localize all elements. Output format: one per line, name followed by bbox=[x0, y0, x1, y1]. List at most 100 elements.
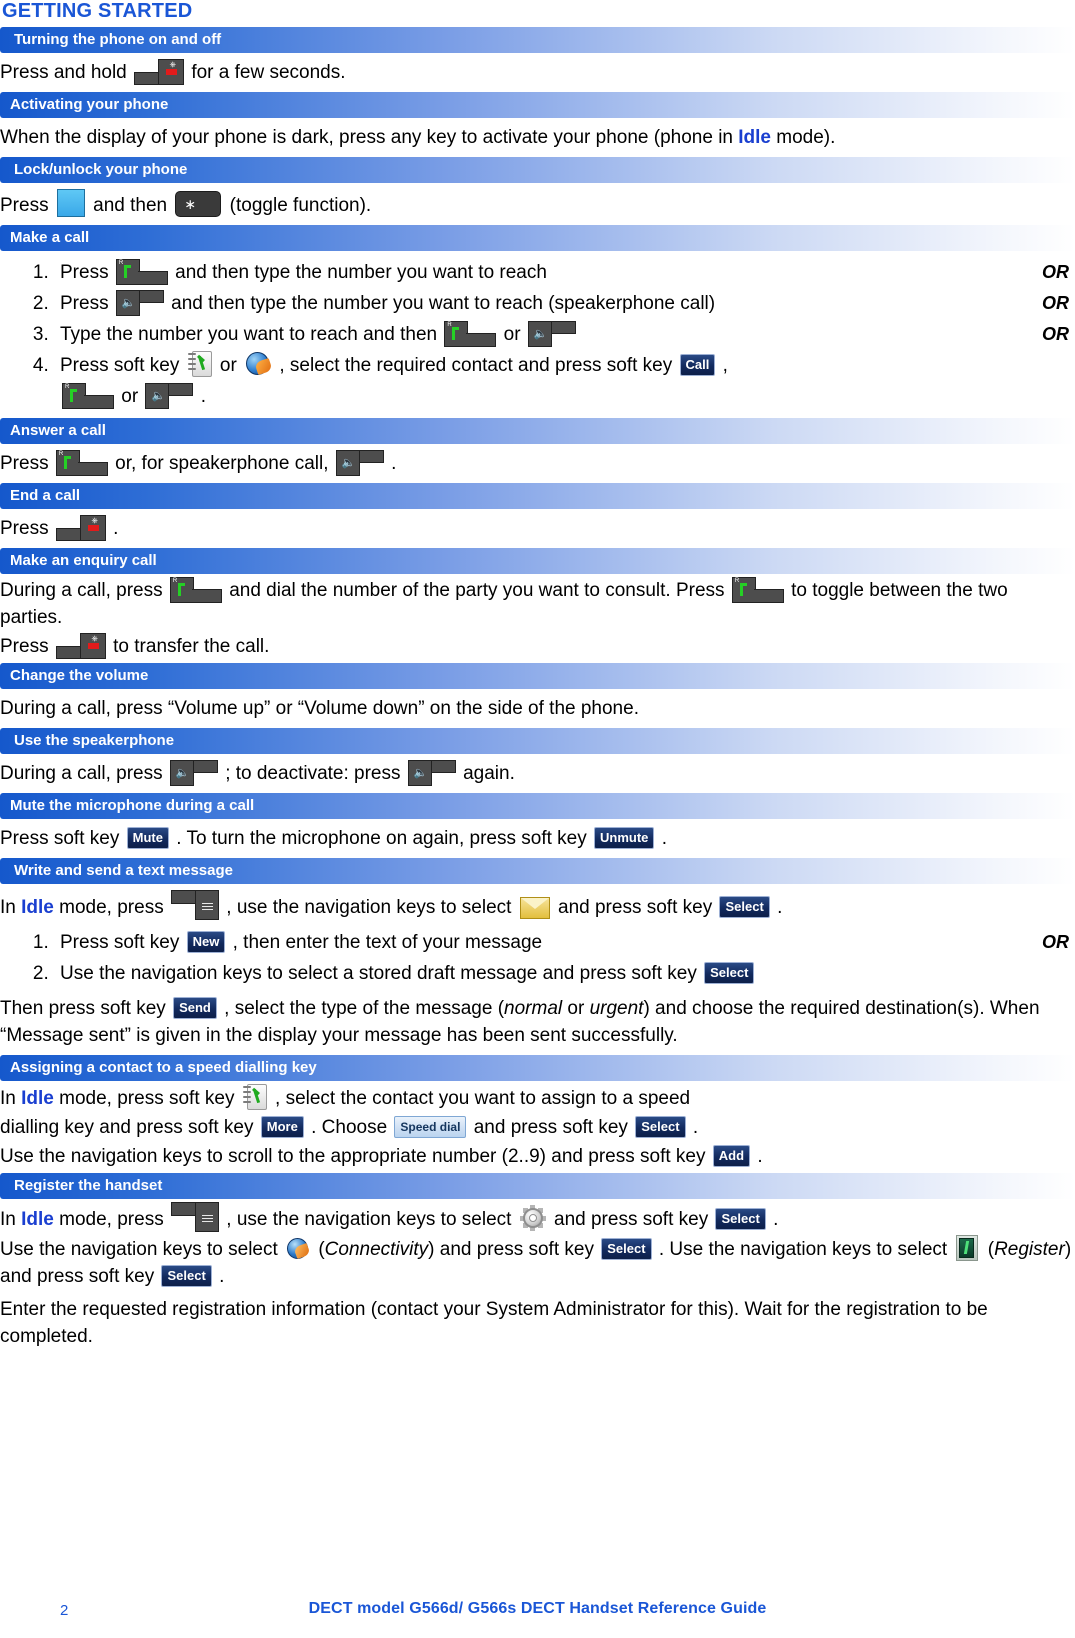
text-fragment: , use the navigation keys to select bbox=[226, 897, 512, 918]
on-hook-end-call-key-icon: ⎈ bbox=[55, 633, 106, 659]
off-hook-call-key-icon: R bbox=[62, 383, 114, 409]
softkey-select[interactable]: Select bbox=[704, 962, 755, 984]
softkey-select[interactable]: Select bbox=[161, 1265, 212, 1287]
text-fragment: and press soft key bbox=[558, 897, 713, 918]
or-label: OR bbox=[1042, 932, 1069, 952]
text-fragment: . bbox=[777, 897, 783, 918]
list-item: OR Press R and then type the number you … bbox=[54, 257, 1075, 288]
contacts-phonebook-icon bbox=[242, 1084, 267, 1110]
speakerphone-key-icon: 🔈 bbox=[115, 290, 164, 316]
paragraph-speed-dial-line3: Use the navigation keys to scroll to the… bbox=[0, 1143, 1075, 1170]
text-fragment: ; to deactivate: press bbox=[225, 763, 401, 784]
text-fragment: In bbox=[0, 1209, 16, 1230]
softkey-send[interactable]: Send bbox=[173, 997, 217, 1019]
text-fragment: Press soft key bbox=[0, 828, 120, 849]
section-header-change-volume: Change the volume bbox=[0, 663, 1075, 689]
text-fragment: or bbox=[503, 324, 521, 345]
connectivity-globe-icon bbox=[286, 1237, 311, 1261]
text-fragment: . Choose bbox=[311, 1117, 388, 1138]
text-fragment: mode, press soft key bbox=[59, 1088, 235, 1109]
speakerphone-key-icon: 🔈 bbox=[169, 760, 218, 786]
list-item: OR Press soft key New , then enter the t… bbox=[54, 927, 1075, 958]
or-label: OR bbox=[1042, 293, 1069, 313]
text-fragment: or bbox=[121, 386, 139, 407]
list-item: Press soft key or , select the required … bbox=[54, 350, 1075, 412]
softkey-select[interactable]: Select bbox=[715, 1208, 766, 1230]
text-fragment: navigation keys to select bbox=[740, 1239, 948, 1260]
text-fragment: Press bbox=[0, 636, 49, 657]
settings-gear-icon bbox=[519, 1205, 546, 1231]
text-fragment: During a call, press bbox=[0, 763, 163, 784]
softkey-select[interactable]: Select bbox=[601, 1238, 652, 1260]
list-item: OR Press 🔈 and then type the number you … bbox=[54, 288, 1075, 319]
blue-function-key-icon bbox=[56, 189, 85, 217]
text-fragment: Press bbox=[60, 293, 109, 314]
paragraph-activating: When the display of your phone is dark, … bbox=[0, 124, 1075, 151]
off-hook-call-key-icon: R bbox=[55, 450, 108, 476]
off-hook-call-key-icon: R bbox=[731, 577, 784, 603]
text-fragment: , use the navigation keys to select bbox=[226, 1209, 512, 1230]
paragraph-register-line2: Use the navigation keys to select (Conne… bbox=[0, 1235, 1075, 1290]
speakerphone-key-icon: 🔈 bbox=[407, 760, 456, 786]
paragraph-enquiry-transfer: Press ⎈ to transfer the call. bbox=[0, 633, 1075, 660]
paragraph-write-text-outro: Then press soft key Send , select the ty… bbox=[0, 995, 1075, 1049]
section-header-answer-a-call: Answer a call bbox=[0, 418, 1075, 444]
text-fragment: , bbox=[722, 355, 728, 376]
softkey-select[interactable]: Select bbox=[719, 896, 770, 918]
text-fragment: and press soft key bbox=[554, 1209, 709, 1230]
softkey-more[interactable]: More bbox=[260, 1116, 304, 1138]
text-fragment: Press bbox=[0, 195, 49, 216]
section-header-enquiry-call: Make an enquiry call bbox=[0, 548, 1075, 574]
text-fragment: for a few seconds. bbox=[191, 62, 346, 83]
text-fragment: mode). bbox=[776, 127, 836, 148]
softkey-call[interactable]: Call bbox=[679, 354, 716, 376]
paragraph-lock-unlock: Press and then (toggle function). bbox=[0, 189, 1075, 219]
list-item: OR Type the number you want to reach and… bbox=[54, 319, 1075, 350]
softkey-new[interactable]: New bbox=[186, 931, 226, 953]
text-fragment: mode, press bbox=[59, 1209, 164, 1230]
text-fragment: , select the required contact and press … bbox=[279, 355, 673, 376]
text-fragment: Press bbox=[60, 262, 109, 283]
paragraph-turning-on-off: Press and hold ⎈ for a few seconds. bbox=[0, 59, 1075, 86]
off-hook-call-key-icon: R bbox=[115, 259, 168, 285]
idle-label: Idle bbox=[21, 1209, 54, 1230]
text-fragment: . bbox=[113, 518, 119, 539]
softkey-mute[interactable]: Mute bbox=[126, 827, 169, 849]
text-fragment: Press bbox=[0, 453, 49, 474]
text-fragment: Press bbox=[0, 518, 49, 539]
text-fragment: . bbox=[692, 1117, 699, 1138]
idle-label: Idle bbox=[738, 127, 771, 148]
paragraph-speed-dial-line2: dialling key and press soft key More . C… bbox=[0, 1114, 1075, 1141]
text-fragment: Then press soft key bbox=[0, 998, 166, 1019]
speakerphone-key-icon: 🔈 bbox=[527, 321, 576, 347]
text-fragment: . bbox=[219, 1266, 225, 1287]
text-fragment: In bbox=[0, 1088, 16, 1109]
footer-title: DECT model G566d/ G566s DECT Handset Ref… bbox=[308, 1600, 767, 1617]
message-type-normal: normal bbox=[504, 998, 563, 1019]
text-fragment: and press soft key bbox=[473, 1117, 628, 1138]
section-header-write-text-message: Write and send a text message bbox=[0, 858, 1075, 884]
softkey-unmute[interactable]: Unmute bbox=[594, 827, 655, 849]
text-fragment: Use the navigation keys to scroll to the… bbox=[0, 1146, 706, 1167]
document-page: GETTING STARTED Turning the phone on and… bbox=[0, 0, 1075, 1638]
paragraph-register-line1: In Idle mode, press , use the navigation… bbox=[0, 1202, 1075, 1233]
paragraph-speed-dial-line1: In Idle mode, press soft key , select th… bbox=[0, 1084, 1075, 1112]
paragraph-mute-microphone: Press soft key Mute . To turn the microp… bbox=[0, 825, 1075, 852]
speakerphone-key-icon: 🔈 bbox=[335, 450, 384, 476]
text-fragment: or, for speakerphone call, bbox=[115, 453, 329, 474]
text-fragment: Type the number you want to reach and th… bbox=[60, 324, 438, 345]
section-header-end-a-call: End a call bbox=[0, 483, 1075, 509]
text-fragment: . bbox=[661, 828, 667, 849]
text-fragment: Use the navigation keys to select bbox=[0, 1239, 278, 1260]
menu-item-speed-dial[interactable]: Speed dial bbox=[394, 1116, 467, 1138]
text-fragment: and dial the number of the party you wan… bbox=[229, 580, 725, 601]
paragraph-register-line4: Enter the requested registration informa… bbox=[0, 1299, 988, 1347]
paragraph-enquiry-call: During a call, press R and dial the numb… bbox=[0, 577, 1075, 631]
softkey-select[interactable]: Select bbox=[635, 1116, 686, 1138]
softkey-add[interactable]: Add bbox=[712, 1145, 751, 1167]
make-a-call-steps: OR Press R and then type the number you … bbox=[0, 257, 1075, 412]
text-fragment: During a call, press bbox=[0, 580, 163, 601]
register-antenna-icon bbox=[955, 1235, 979, 1261]
text-fragment: or bbox=[219, 355, 237, 376]
on-hook-end-call-key-icon: ⎈ bbox=[134, 59, 185, 85]
